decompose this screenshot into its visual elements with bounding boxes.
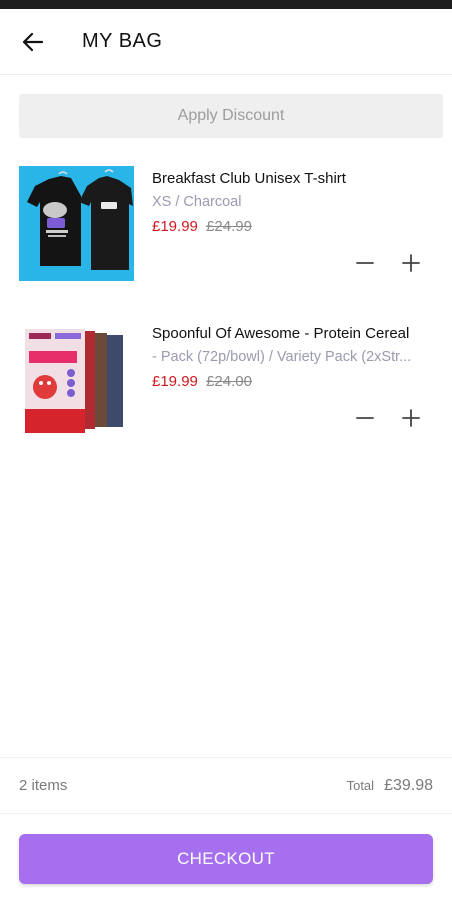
original-price: £24.00 [206, 373, 252, 390]
total-label: Total [346, 777, 375, 793]
item-count: 2 items [19, 777, 68, 794]
product-image[interactable] [19, 321, 134, 436]
original-price: £24.99 [206, 218, 252, 235]
back-button[interactable] [0, 9, 66, 75]
page-title: MY BAG [82, 30, 163, 52]
price-row: £19.99 £24.99 [152, 218, 252, 235]
decrease-quantity-button[interactable] [352, 250, 378, 276]
bag-summary: 2 items Total £39.98 [0, 757, 452, 814]
total: Total £39.98 [347, 777, 433, 795]
protein-cereal-box-image [19, 321, 134, 436]
item-name[interactable]: Breakfast Club Unisex T-shirt [152, 170, 346, 187]
total-value: £39.98 [384, 776, 433, 794]
app-header: MY BAG [0, 9, 452, 75]
item-variant: - Pack (72p/bowl) / Variety Pack (2xStr.… [152, 349, 412, 365]
cart-item: Breakfast Club Unisex T-shirt XS / Charc… [19, 166, 433, 286]
minus-icon [356, 262, 374, 264]
product-image[interactable] [19, 166, 134, 281]
plus-icon [402, 254, 420, 272]
minus-icon [356, 417, 374, 419]
plus-icon [402, 409, 420, 427]
arrow-left-icon [22, 32, 44, 51]
sale-price: £19.99 [152, 218, 198, 235]
decrease-quantity-button[interactable] [352, 405, 378, 431]
price-row: £19.99 £24.00 [152, 373, 252, 390]
increase-quantity-button[interactable] [398, 250, 424, 276]
black-tshirts-image [19, 166, 134, 281]
apply-discount-button[interactable]: Apply Discount [19, 94, 443, 138]
checkout-button[interactable]: CHECKOUT [19, 834, 433, 884]
status-bar [0, 0, 452, 9]
item-variant: XS / Charcoal [152, 194, 242, 210]
sale-price: £19.99 [152, 373, 198, 390]
item-name[interactable]: Spoonful Of Awesome - Protein Cereal [152, 325, 409, 342]
increase-quantity-button[interactable] [398, 405, 424, 431]
cart-item: Spoonful Of Awesome - Protein Cereal - P… [19, 321, 433, 441]
